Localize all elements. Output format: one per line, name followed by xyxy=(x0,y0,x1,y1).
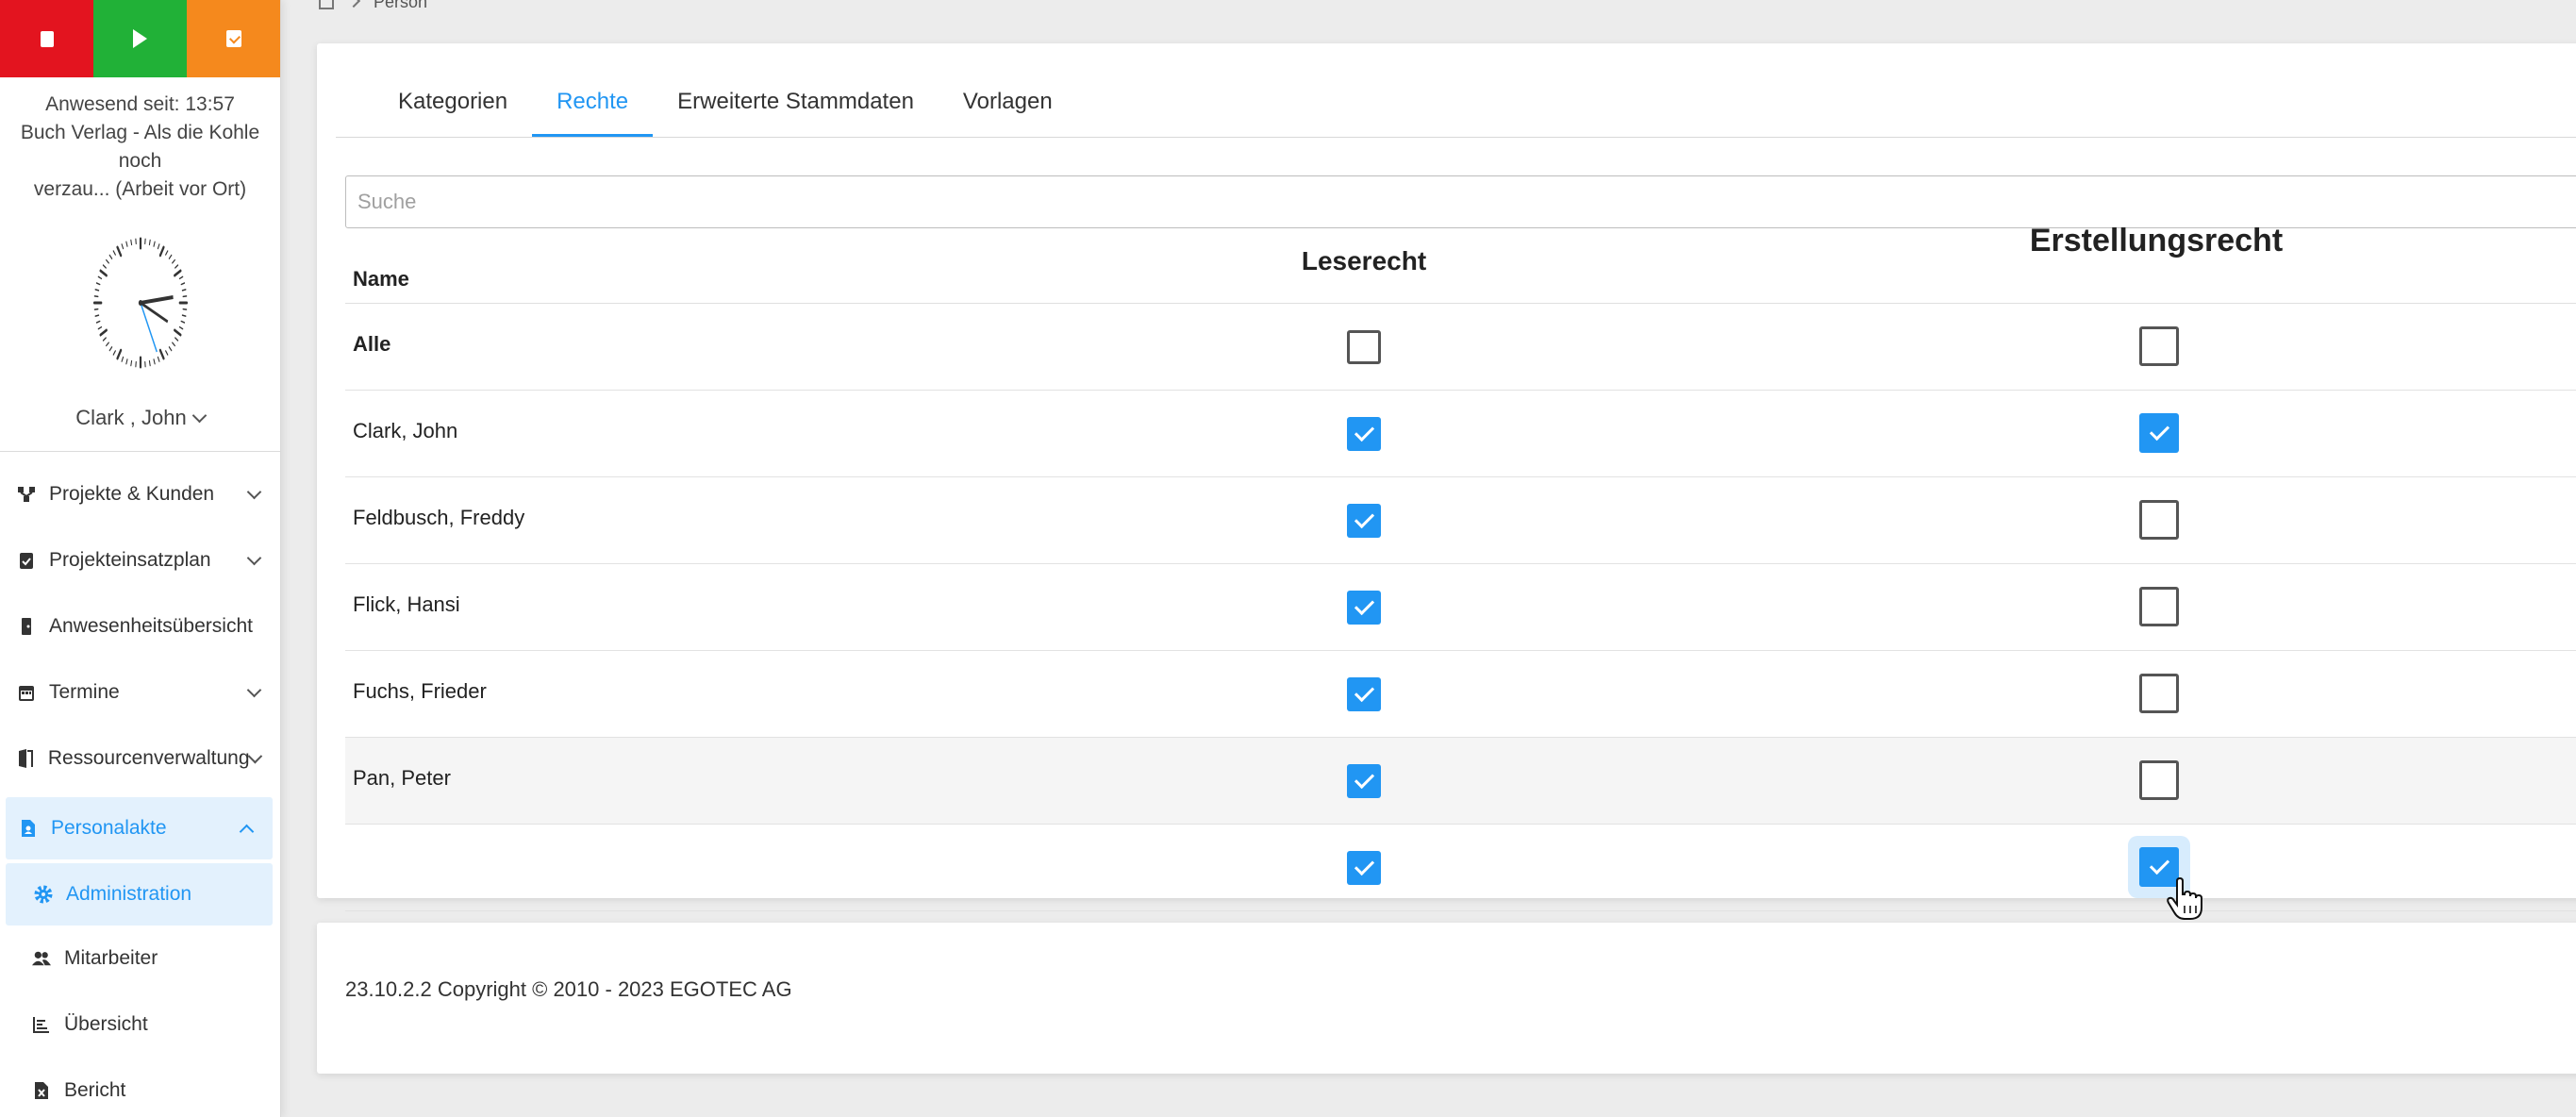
create-checkbox[interactable] xyxy=(2139,326,2179,366)
breadcrumb-current[interactable]: Person xyxy=(374,0,427,12)
sidebar-item-label: Projekteinsatzplan xyxy=(49,549,211,571)
chevron-right-icon xyxy=(346,0,361,8)
table-row: Fuchs, Frieder xyxy=(345,651,2576,738)
file-person-icon xyxy=(19,819,38,838)
row-name: Alle xyxy=(353,332,391,356)
users-icon xyxy=(32,949,51,968)
tab-erweiterte-stammdaten[interactable]: Erweiterte Stammdaten xyxy=(653,89,939,137)
sidebar-divider xyxy=(0,451,280,452)
row-name: Feldbusch, Freddy xyxy=(353,506,525,529)
sidebar-item-personalakte[interactable]: Personalakte xyxy=(6,797,273,859)
project-tree-icon xyxy=(17,485,36,504)
sidebar-item-termine[interactable]: Termine xyxy=(0,659,280,725)
row-name: Flick, Hansi xyxy=(353,592,460,616)
sidebar-nav: Projekte & Kunden Projekteinsatzplan Anw… xyxy=(0,461,280,1117)
presence-status: Anwesend seit: 13:57 Buch Verlag - Als d… xyxy=(0,77,280,204)
tab-vorlagen[interactable]: Vorlagen xyxy=(939,89,1077,137)
table-row: Clark, John xyxy=(345,391,2576,477)
sidebar-item-label: Übersicht xyxy=(64,1013,148,1035)
time-controls xyxy=(0,0,280,77)
file-excel-icon xyxy=(32,1081,51,1100)
user-menu[interactable]: Clark , John xyxy=(0,406,280,430)
footer: 23.10.2.2 Copyright © 2010 - 2023 EGOTEC… xyxy=(317,923,2576,1074)
sidebar-item-projekteinsatzplan[interactable]: Projekteinsatzplan xyxy=(0,527,280,593)
table-row: Feldbusch, Freddy xyxy=(345,477,2576,564)
chevron-down-icon xyxy=(246,550,262,565)
play-icon xyxy=(133,29,147,48)
permissions-card: Kategorien Rechte Erweiterte Stammdaten … xyxy=(317,43,2576,920)
sidebar-item-label: Ressourcenverwaltung xyxy=(47,747,250,769)
sidebar-item-ressourcenverwaltung[interactable]: Ressourcenverwaltung xyxy=(0,725,280,792)
create-checkbox[interactable] xyxy=(2139,413,2179,453)
hand-pointer-icon xyxy=(2167,877,2202,920)
sidebar-item-label: Termine xyxy=(49,681,120,703)
chevron-down-icon xyxy=(191,408,207,423)
breadcrumb: Person xyxy=(281,0,2576,17)
create-checkbox[interactable] xyxy=(2139,587,2179,626)
column-header-read: Leserecht xyxy=(1301,246,1427,275)
search-input[interactable] xyxy=(345,175,2576,228)
sidebar-item-projekte-kunden[interactable]: Projekte & Kunden xyxy=(0,461,280,527)
presence-since: Anwesend seit: 13:57 xyxy=(45,93,235,115)
user-name: Clark , John xyxy=(75,406,187,429)
clock-icon xyxy=(92,237,188,369)
read-checkbox[interactable] xyxy=(1347,591,1381,625)
column-header-create: Erstellungsrecht xyxy=(2029,223,2284,258)
gear-icon xyxy=(34,885,53,904)
sidebar-item-label: Personalakte xyxy=(51,817,167,839)
presence-project: Buch Verlag - Als die Kohle noch xyxy=(20,122,260,172)
analog-clock xyxy=(0,232,280,374)
copyright-text: 23.10.2.2 Copyright © 2010 - 2023 EGOTEC… xyxy=(345,977,792,1001)
chevron-down-icon xyxy=(246,682,262,697)
table-row: Pan, Peter xyxy=(345,738,2576,825)
sidebar-item-anwesenheitsuebersicht[interactable]: Anwesenheitsübersicht xyxy=(0,593,280,659)
presence-project-cont: verzau... (Arbeit vor Ort) xyxy=(33,178,247,200)
sidebar-item-label: Projekte & Kunden xyxy=(49,483,215,505)
pause-icon xyxy=(225,30,241,47)
sidebar-item-bericht[interactable]: Bericht xyxy=(0,1058,280,1117)
table-row: Flick, Hansi xyxy=(345,564,2576,651)
sidebar-item-label: Bericht xyxy=(64,1079,126,1101)
sidebar-item-label: Anwesenheitsübersicht xyxy=(49,615,253,637)
sidebar: Anwesend seit: 13:57 Buch Verlag - Als d… xyxy=(0,0,281,1117)
read-checkbox[interactable] xyxy=(1347,851,1381,885)
create-checkbox[interactable] xyxy=(2139,674,2179,713)
table-header: Name Leserecht Erstellungsrecht xyxy=(345,223,2576,304)
sidebar-item-label: Mitarbeiter xyxy=(64,947,158,969)
chevron-down-icon xyxy=(246,484,262,499)
table-row xyxy=(345,825,2576,920)
column-header-name: Name xyxy=(353,267,409,291)
create-checkbox[interactable] xyxy=(2139,500,2179,540)
row-name: Clark, John xyxy=(353,419,458,442)
chevron-up-icon xyxy=(239,824,255,839)
create-checkbox[interactable] xyxy=(2139,760,2179,800)
row-name: Pan, Peter xyxy=(353,766,451,790)
sidebar-item-label: Administration xyxy=(66,883,192,905)
sidebar-item-uebersicht[interactable]: Übersicht xyxy=(0,992,280,1058)
pause-button[interactable] xyxy=(187,0,280,77)
read-checkbox[interactable] xyxy=(1347,764,1381,798)
door-icon xyxy=(17,617,36,636)
permissions-table: Name Leserecht Erstellungsrecht Alle Cla… xyxy=(345,223,2576,920)
chart-list-icon xyxy=(32,1015,51,1034)
stop-icon xyxy=(40,30,54,47)
calendar-icon xyxy=(17,683,36,702)
table-row: Alle xyxy=(345,304,2576,391)
door-open-icon xyxy=(17,749,35,768)
read-checkbox[interactable] xyxy=(1347,417,1381,451)
tab-rechte[interactable]: Rechte xyxy=(532,89,654,137)
row-name: Fuchs, Frieder xyxy=(353,679,487,703)
sidebar-item-administration[interactable]: Administration xyxy=(6,863,273,925)
tab-kategorien[interactable]: Kategorien xyxy=(374,89,532,137)
read-checkbox[interactable] xyxy=(1347,677,1381,711)
read-checkbox[interactable] xyxy=(1347,504,1381,538)
sidebar-item-mitarbeiter[interactable]: Mitarbeiter xyxy=(0,925,280,992)
stop-button[interactable] xyxy=(0,0,93,77)
play-button[interactable] xyxy=(93,0,187,77)
home-icon[interactable] xyxy=(319,0,334,9)
tab-bar: Kategorien Rechte Erweiterte Stammdaten … xyxy=(336,43,2576,138)
clipboard-check-icon xyxy=(17,551,36,570)
read-checkbox[interactable] xyxy=(1347,330,1381,364)
